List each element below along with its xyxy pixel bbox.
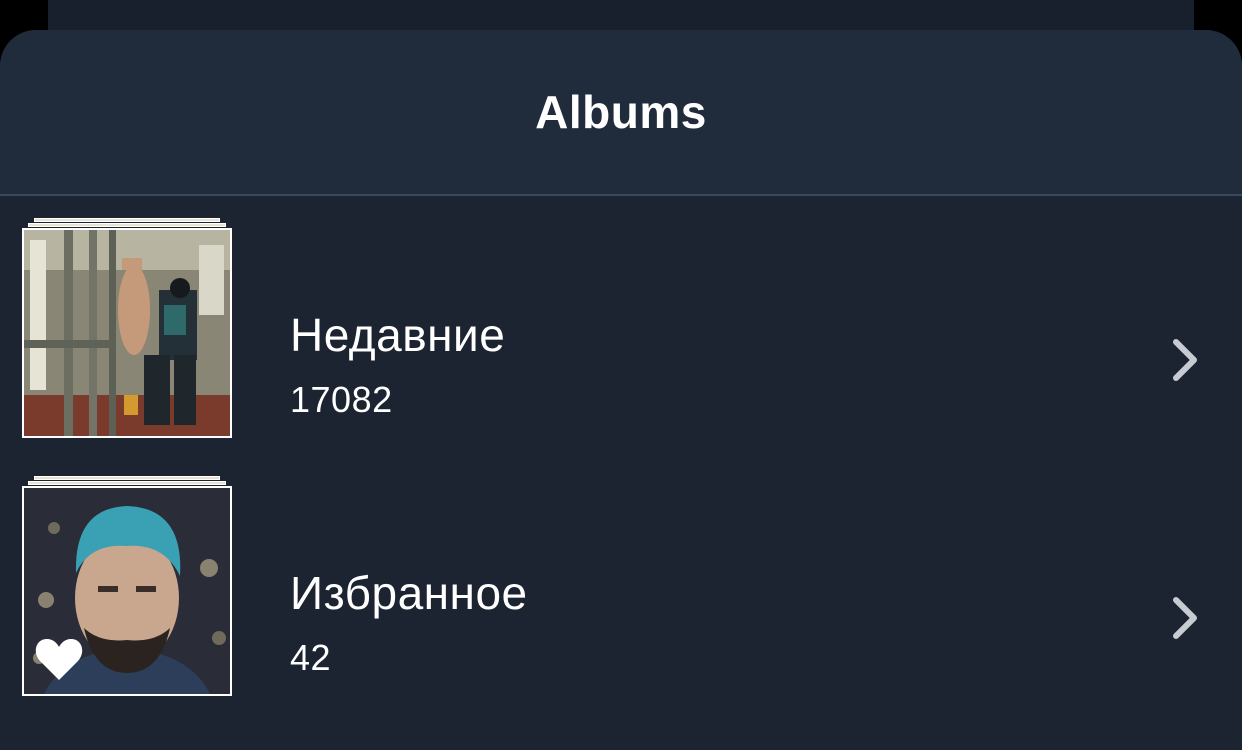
albums-sheet: Albums Недавние 17082 Избранное 42 [0, 30, 1242, 750]
album-name: Недавние [290, 309, 506, 361]
heart-icon [35, 639, 83, 680]
subway-car-photo [24, 230, 230, 436]
stack-layer [34, 218, 220, 222]
album-thumbnail [22, 486, 232, 696]
stack-layer [34, 476, 220, 480]
album-row-favorites[interactable]: Избранное 42 [0, 456, 1242, 714]
album-count: 17082 [290, 379, 393, 420]
stack-layer [28, 223, 226, 227]
stack-layer [28, 481, 226, 485]
sheet-header: Albums [0, 30, 1242, 196]
album-thumbnail [22, 228, 232, 438]
chevron-right-icon [1173, 597, 1197, 639]
album-count: 42 [290, 637, 332, 678]
album-name: Избранное [290, 567, 528, 619]
page-title: Albums [535, 86, 707, 138]
chevron-right-icon [1173, 339, 1197, 381]
album-thumbnail-stack [22, 216, 232, 442]
album-thumbnail-stack [22, 474, 232, 700]
album-row-recents[interactable]: Недавние 17082 [0, 198, 1242, 456]
